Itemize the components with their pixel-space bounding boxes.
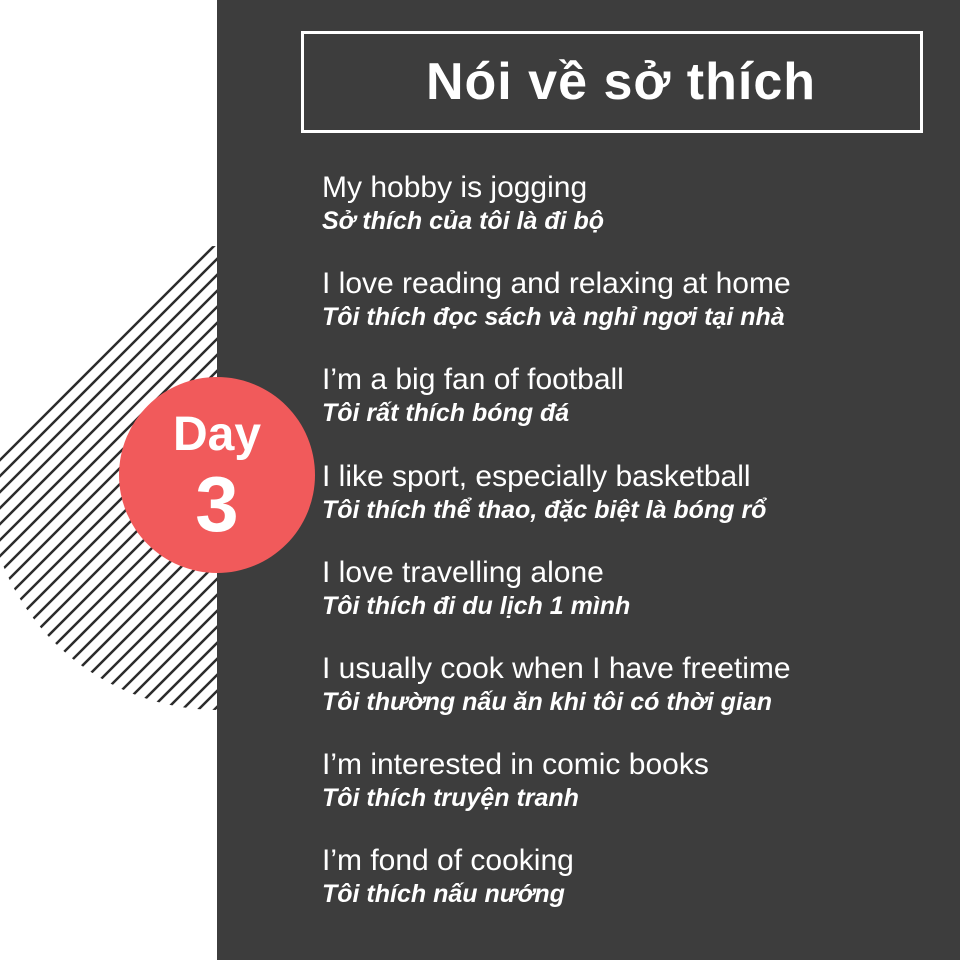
day-number: 3 [195,460,239,548]
phrase-english: I usually cook when I have freetime [322,651,791,685]
page-title: Nói về sở thích [425,53,817,111]
phrase-english: I love travelling alone [322,555,604,589]
phrase-vietnamese: Tôi rất thích bóng đá [322,399,570,428]
phrase-english: I’m interested in comic books [322,748,709,782]
phrase-item: I love travelling alone Tôi thích đi du … [322,555,942,651]
phrase-item: I usually cook when I have freetime Tôi … [322,651,942,747]
phrase-item: My hobby is jogging Sở thích của tôi là … [322,170,942,266]
phrase-vietnamese: Sở thích của tôi là đi bộ [322,207,605,235]
phrase-item: I’m fond of cooking Tôi thích nấu nướng [322,843,942,939]
phrase-item: I love reading and relaxing at home Tôi … [322,266,942,362]
day-badge: Day 3 [119,377,315,573]
phrase-english: I’m a big fan of football [322,363,624,397]
title-frame: Nói về sở thích [301,31,923,133]
phrase-vietnamese: Tôi thường nấu ăn khi tôi có thời gian [322,687,772,716]
phrase-item: I’m interested in comic books Tôi thích … [322,747,942,843]
phrase-vietnamese: Tôi thích truyện tranh [322,784,579,813]
phrase-english: My hobby is jogging [322,171,588,204]
phrase-item: I like sport, especially basketball Tôi … [322,459,942,555]
phrase-english: I like sport, especially basketball [322,459,751,493]
phrase-english: I’m fond of cooking [322,844,574,878]
phrase-item: I’m a big fan of football Tôi rất thích … [322,362,942,458]
phrase-vietnamese: Tôi thích đọc sách và nghỉ ngơi tại nhà [322,303,785,332]
phrase-vietnamese: Tôi thích đi du lịch 1 mình [322,591,631,620]
phrase-english: I love reading and relaxing at home [322,267,791,301]
phrase-vietnamese: Tôi thích thể thao, đặc biệt là bóng rổ [322,495,767,524]
phrase-vietnamese: Tôi thích nấu nướng [322,880,565,909]
day-label: Day [172,408,262,461]
phrase-list: My hobby is jogging Sở thích của tôi là … [322,170,942,940]
